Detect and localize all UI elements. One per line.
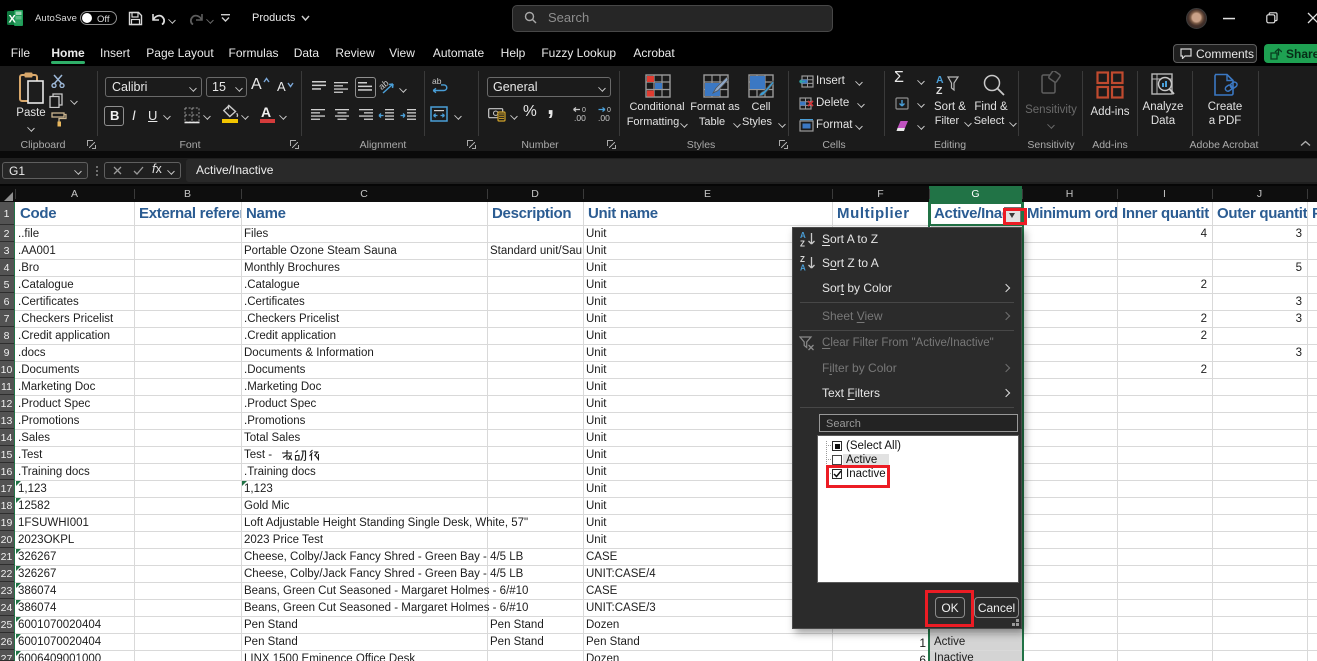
svg-text:X: X: [9, 14, 17, 26]
svg-text:Z: Z: [800, 240, 805, 248]
svg-text:A: A: [800, 264, 806, 272]
svg-text:Z: Z: [936, 85, 943, 97]
svg-text:ab: ab: [432, 77, 442, 86]
svg-text:ab: ab: [379, 79, 391, 92]
